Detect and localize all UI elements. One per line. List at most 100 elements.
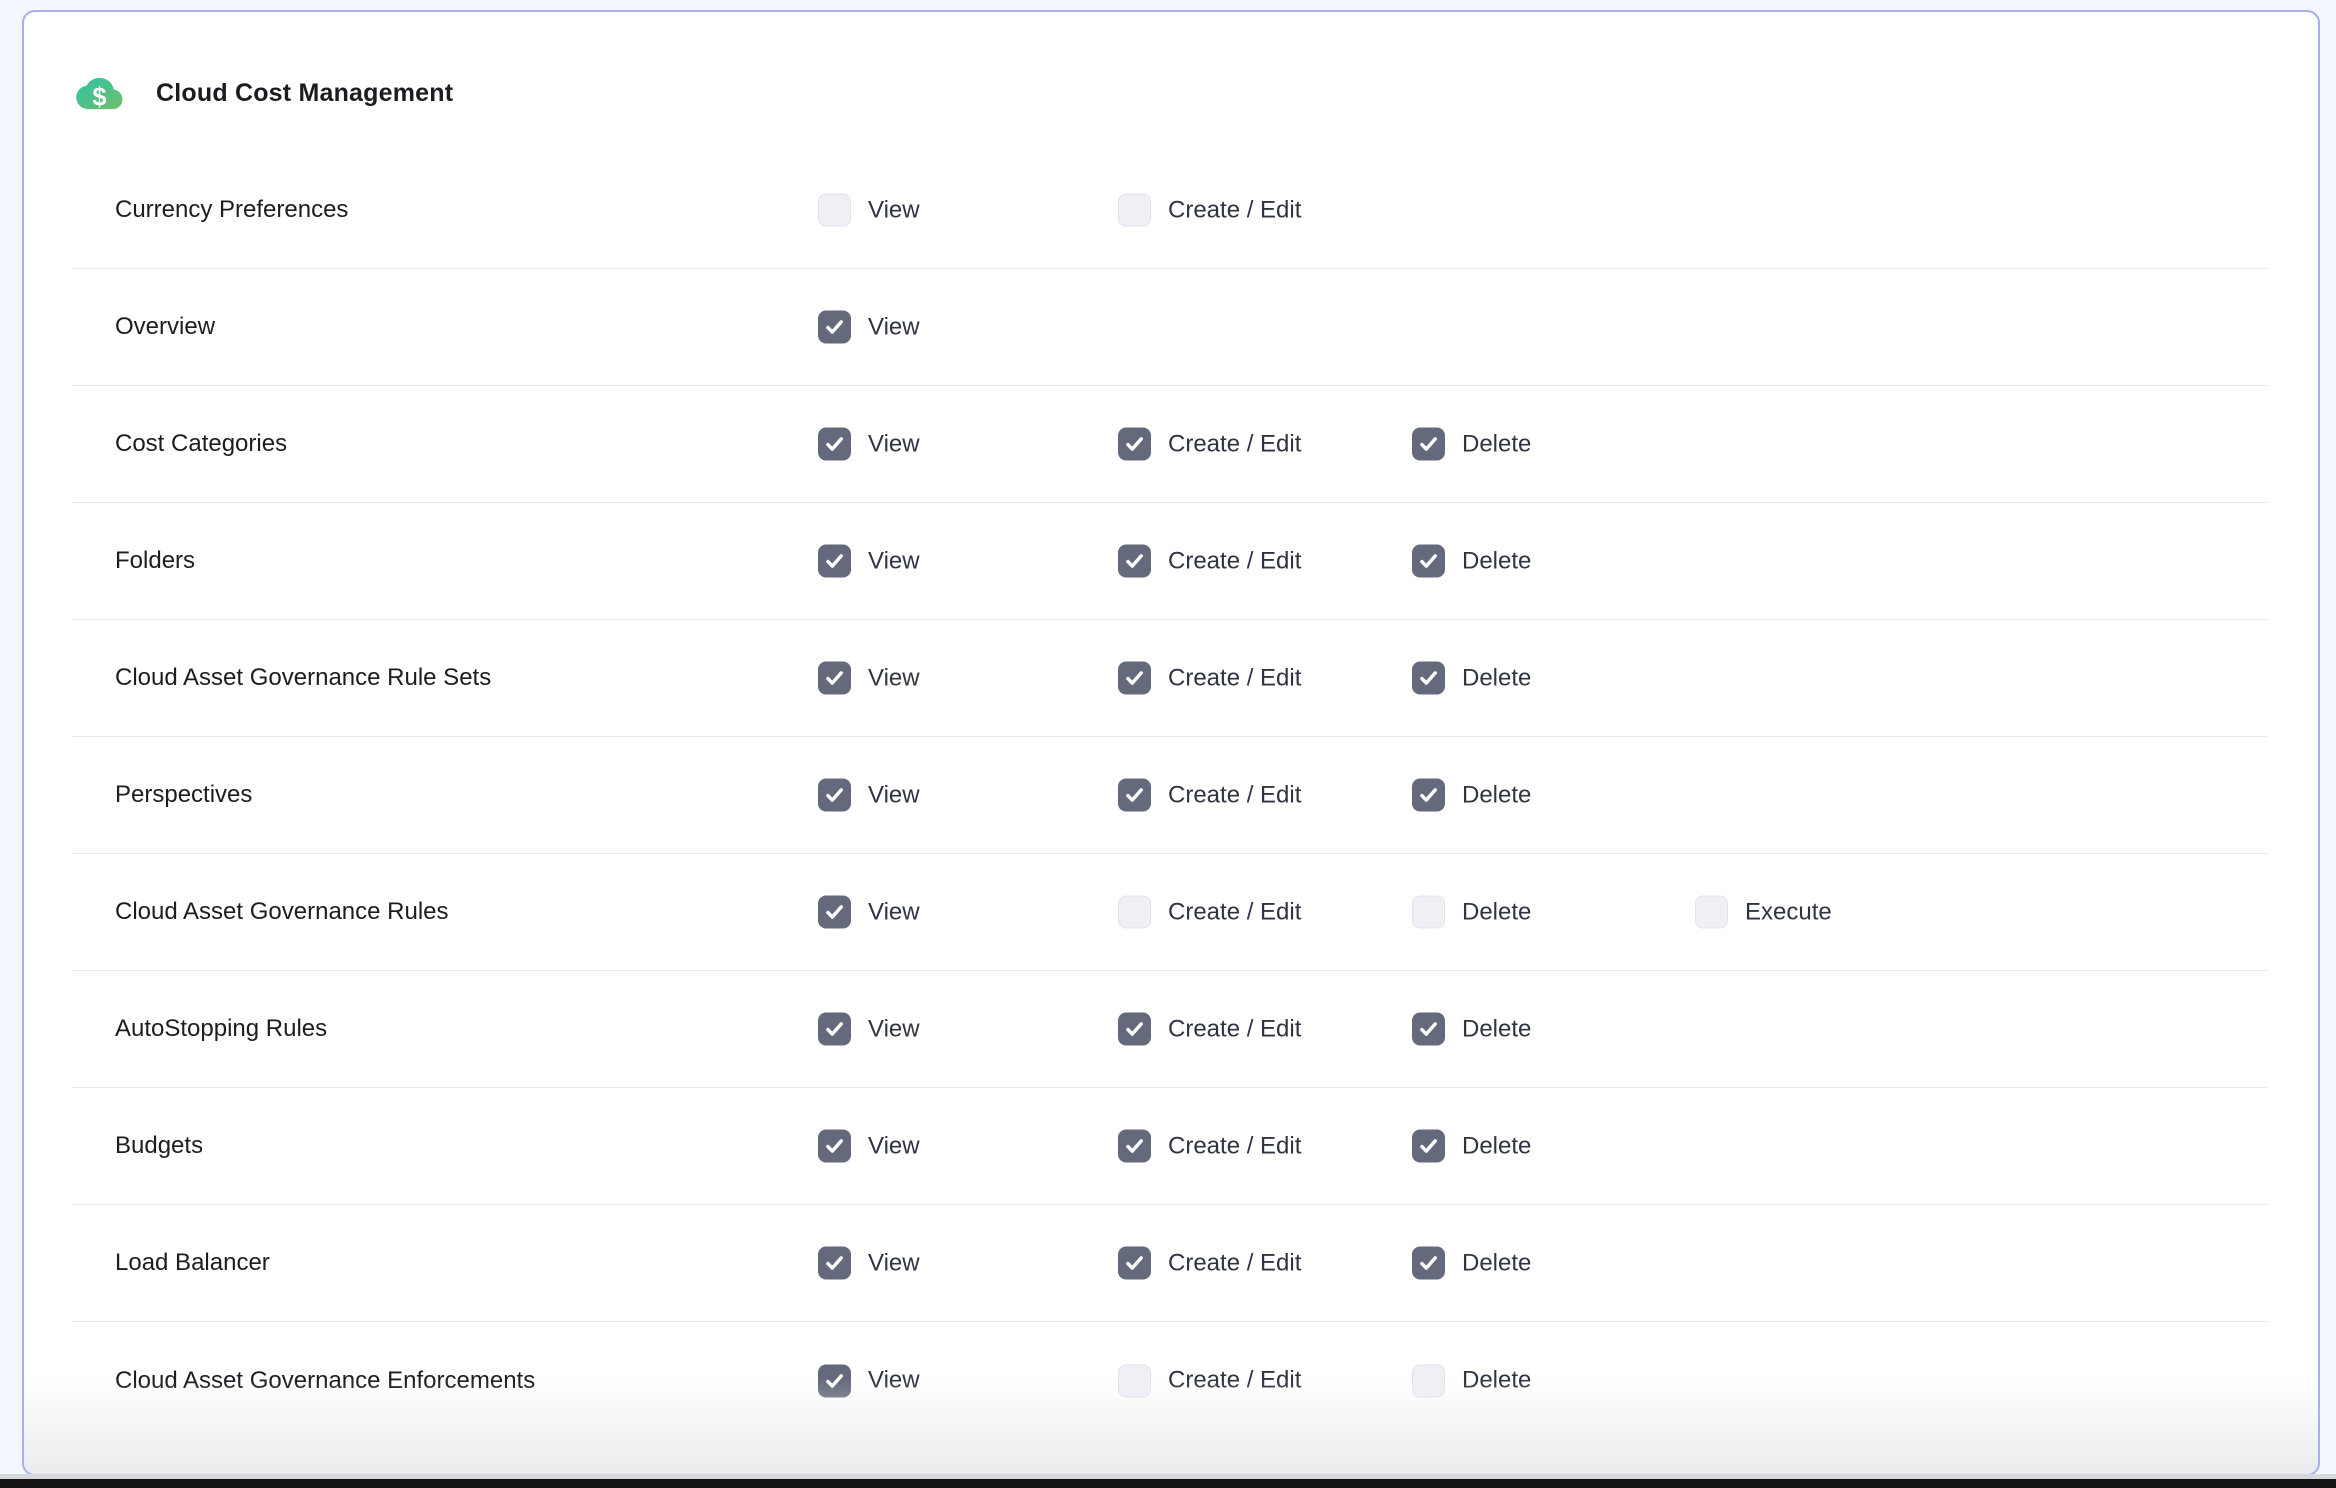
resource-label: Cloud Asset Governance Rule Sets: [115, 664, 491, 692]
permission-label[interactable]: View: [868, 313, 920, 341]
permission-cell: View: [818, 662, 920, 695]
delete-checkbox[interactable]: [1412, 545, 1445, 578]
permission-label[interactable]: Create / Edit: [1168, 547, 1301, 575]
permission-label[interactable]: Create / Edit: [1168, 196, 1301, 224]
cloud-dollar-icon: $: [76, 70, 123, 117]
permission-row: Overview View: [72, 269, 2268, 386]
delete-checkbox[interactable]: [1412, 428, 1445, 461]
checkmark-icon: [824, 668, 845, 689]
create-edit-checkbox[interactable]: [1118, 1013, 1151, 1046]
checkmark-icon: [1124, 1136, 1145, 1157]
permission-label[interactable]: Create / Edit: [1168, 664, 1301, 692]
permission-label[interactable]: Create / Edit: [1168, 1132, 1301, 1160]
permission-label[interactable]: Create / Edit: [1168, 1367, 1301, 1395]
checkmark-icon: [824, 551, 845, 572]
permission-label[interactable]: Delete: [1462, 664, 1531, 692]
execute-checkbox[interactable]: [1695, 896, 1728, 929]
permission-label[interactable]: Delete: [1462, 898, 1531, 926]
permission-cell: View: [818, 1013, 920, 1046]
permission-label[interactable]: Create / Edit: [1168, 1015, 1301, 1043]
permission-label[interactable]: Create / Edit: [1168, 898, 1301, 926]
permission-label[interactable]: Create / Edit: [1168, 781, 1301, 809]
permission-label[interactable]: Delete: [1462, 1367, 1531, 1395]
delete-checkbox[interactable]: [1412, 1013, 1445, 1046]
create-edit-checkbox[interactable]: [1118, 194, 1151, 227]
permission-label[interactable]: Delete: [1462, 1015, 1531, 1043]
permission-cell: Create / Edit: [1118, 1013, 1301, 1046]
view-checkbox[interactable]: [818, 662, 851, 695]
permission-cell: Create / Edit: [1118, 1130, 1301, 1163]
permission-cell: View: [818, 545, 920, 578]
checkmark-icon: [1418, 434, 1439, 455]
create-edit-checkbox[interactable]: [1118, 896, 1151, 929]
permission-label[interactable]: View: [868, 1015, 920, 1043]
permission-cell: Delete: [1412, 662, 1531, 695]
delete-checkbox[interactable]: [1412, 1364, 1445, 1397]
create-edit-checkbox[interactable]: [1118, 545, 1151, 578]
permission-label[interactable]: Delete: [1462, 547, 1531, 575]
delete-checkbox[interactable]: [1412, 779, 1445, 812]
checkmark-icon: [1418, 668, 1439, 689]
permission-row: Budgets View Create / Edit Delete: [72, 1088, 2268, 1205]
view-checkbox[interactable]: [818, 1013, 851, 1046]
permission-label[interactable]: View: [868, 196, 920, 224]
view-checkbox[interactable]: [818, 1247, 851, 1280]
resource-label: Cloud Asset Governance Rules: [115, 898, 449, 926]
permission-row: Cloud Asset Governance Enforcements View…: [72, 1322, 2268, 1439]
permission-label[interactable]: Delete: [1462, 1132, 1531, 1160]
view-checkbox[interactable]: [818, 428, 851, 461]
view-checkbox[interactable]: [818, 194, 851, 227]
create-edit-checkbox[interactable]: [1118, 779, 1151, 812]
checkmark-icon: [1124, 668, 1145, 689]
permissions-list: Currency Preferences View Create / Edit …: [72, 152, 2268, 1439]
delete-checkbox[interactable]: [1412, 1247, 1445, 1280]
permission-label[interactable]: View: [868, 1132, 920, 1160]
permission-cell: Create / Edit: [1118, 428, 1301, 461]
view-checkbox[interactable]: [818, 896, 851, 929]
permission-label[interactable]: View: [868, 781, 920, 809]
permission-label[interactable]: View: [868, 1249, 920, 1277]
permission-cell: View: [818, 1247, 920, 1280]
create-edit-checkbox[interactable]: [1118, 1247, 1151, 1280]
view-checkbox[interactable]: [818, 779, 851, 812]
checkmark-icon: [1418, 1136, 1439, 1157]
create-edit-checkbox[interactable]: [1118, 662, 1151, 695]
checkmark-icon: [824, 1253, 845, 1274]
view-checkbox[interactable]: [818, 1130, 851, 1163]
permission-cell: View: [818, 311, 920, 344]
create-edit-checkbox[interactable]: [1118, 1130, 1151, 1163]
permission-label[interactable]: Create / Edit: [1168, 1249, 1301, 1277]
create-edit-checkbox[interactable]: [1118, 428, 1151, 461]
delete-checkbox[interactable]: [1412, 1130, 1445, 1163]
delete-checkbox[interactable]: [1412, 662, 1445, 695]
permission-label[interactable]: View: [868, 898, 920, 926]
permission-cell: View: [818, 428, 920, 461]
permission-label[interactable]: Create / Edit: [1168, 430, 1301, 458]
view-checkbox[interactable]: [818, 311, 851, 344]
permission-label[interactable]: Delete: [1462, 430, 1531, 458]
permission-cell: Delete: [1412, 545, 1531, 578]
create-edit-checkbox[interactable]: [1118, 1364, 1151, 1397]
view-checkbox[interactable]: [818, 1364, 851, 1397]
permission-label[interactable]: View: [868, 430, 920, 458]
permission-label[interactable]: View: [868, 547, 920, 575]
permission-label[interactable]: Delete: [1462, 781, 1531, 809]
permission-cell: Create / Edit: [1118, 194, 1301, 227]
permission-cell: View: [818, 896, 920, 929]
permission-label[interactable]: View: [868, 664, 920, 692]
permission-row: Cloud Asset Governance Rules View Create…: [72, 854, 2268, 971]
permission-cell: View: [818, 1364, 920, 1397]
permission-label[interactable]: Delete: [1462, 1249, 1531, 1277]
view-checkbox[interactable]: [818, 545, 851, 578]
permission-cell: Create / Edit: [1118, 662, 1301, 695]
permission-cell: Create / Edit: [1118, 1364, 1301, 1397]
permission-cell: Delete: [1412, 1364, 1531, 1397]
checkmark-icon: [824, 1370, 845, 1391]
permission-label[interactable]: View: [868, 1367, 920, 1395]
checkmark-icon: [824, 317, 845, 338]
delete-checkbox[interactable]: [1412, 896, 1445, 929]
checkmark-icon: [824, 902, 845, 923]
permission-label[interactable]: Execute: [1745, 898, 1832, 926]
resource-label: Cloud Asset Governance Enforcements: [115, 1367, 535, 1395]
module-header: $ Cloud Cost Management: [24, 12, 2318, 152]
